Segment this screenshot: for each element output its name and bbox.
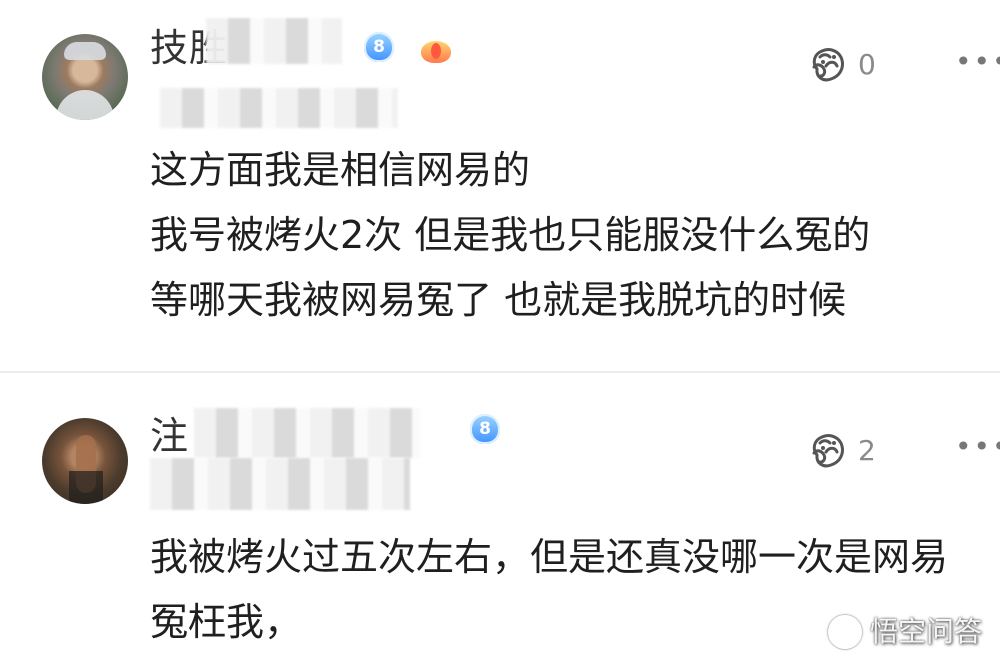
like-count: 0 <box>858 48 876 81</box>
level-badge-icon: 8 <box>470 414 500 444</box>
comment-body: 这方面我是相信网易的 我号被烤火2次 但是我也只能服没什么冤的 等哪天我被网易冤… <box>150 138 870 333</box>
more-options-icon[interactable]: ••• <box>955 48 1000 76</box>
wukong-watermark: 悟空问答 <box>827 615 982 649</box>
comment-username[interactable]: 注 <box>150 414 189 458</box>
comment-line: 等哪天我被网易冤了 也就是我脱坑的时候 <box>150 278 847 322</box>
comment-card: 技胜 8 0 ••• 这方面我是相信网易的 我号被烤火2次 但是我也只能服没什么… <box>0 0 1000 372</box>
wukong-logo-icon <box>827 615 862 649</box>
metadata-blur-mask <box>160 88 398 128</box>
user-avatar[interactable] <box>42 34 128 120</box>
level-badge-icon: 8 <box>364 32 394 62</box>
comment-line: 这方面我是相信网易的 <box>150 148 531 192</box>
like-count: 2 <box>858 434 876 467</box>
like-button[interactable]: 2 <box>806 426 884 478</box>
medal-icon <box>419 35 453 65</box>
like-icon[interactable] <box>806 43 850 87</box>
metadata-blur-mask <box>150 458 410 510</box>
more-options-icon[interactable]: ••• <box>955 433 1000 461</box>
watermark-text: 悟空问答 <box>869 615 982 648</box>
username-blur-mask <box>206 18 342 64</box>
user-avatar[interactable] <box>42 418 128 504</box>
comment-thread-screen: 技胜 8 0 ••• 这方面我是相信网易的 我号被烤火2次 但是我也只能服没什么… <box>0 0 1000 662</box>
comment-line: 我号被烤火2次 但是我也只能服没什么冤的 <box>150 213 871 257</box>
comment-line: 我被烤火过五次左右，但是还真没哪一次是网易 <box>150 535 949 579</box>
like-button[interactable]: 0 <box>806 40 884 92</box>
like-icon[interactable] <box>806 429 850 473</box>
username-blur-mask <box>194 408 420 458</box>
